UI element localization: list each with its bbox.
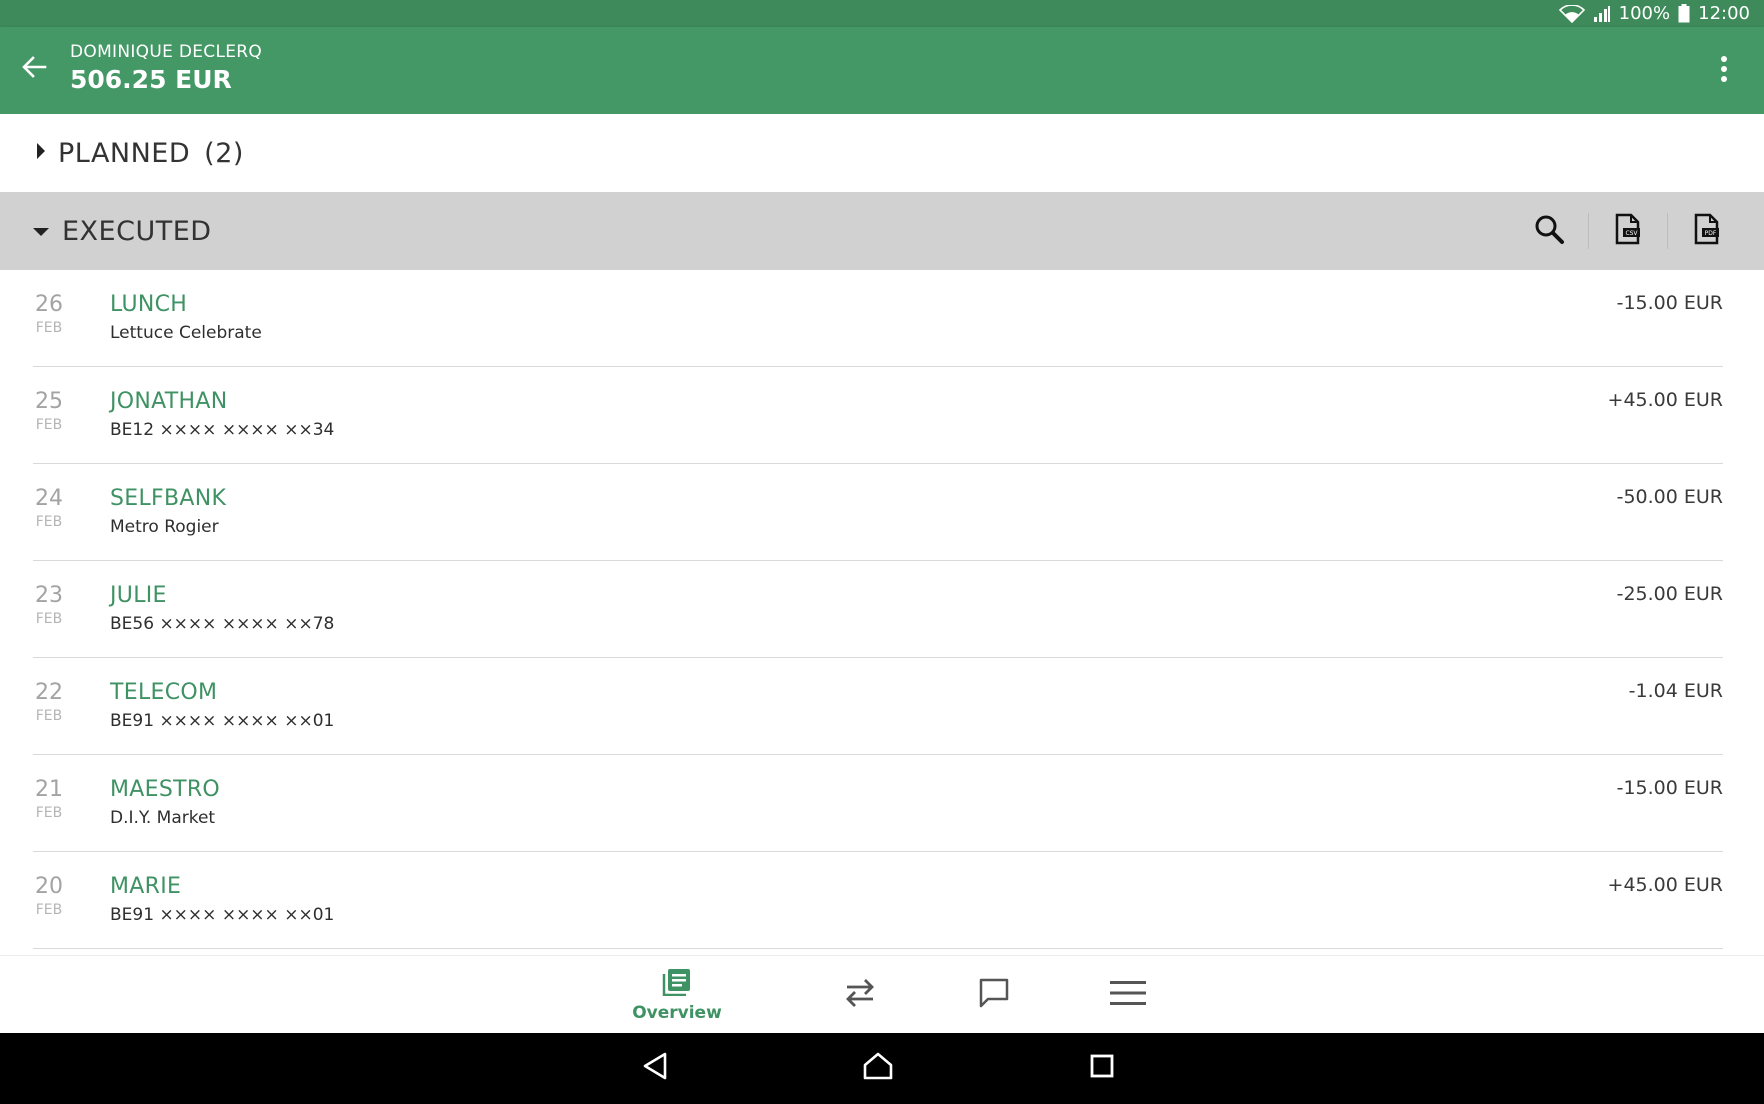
transaction-day: 24: [35, 486, 63, 511]
transaction-day: 25: [35, 389, 63, 414]
more-vert-icon: [1720, 55, 1728, 87]
wifi-icon: [1558, 4, 1585, 23]
pdf-file-icon: PDF: [1693, 213, 1721, 249]
nav-menu[interactable]: [1098, 956, 1158, 1034]
clock: 12:00: [1698, 3, 1750, 24]
transaction-subtitle: BE91 ×××× ×××× ××01: [110, 905, 335, 925]
app-bar: DOMINIQUE DECLERQ 506.25 EUR: [0, 27, 1764, 114]
svg-text:CSV: CSV: [1625, 230, 1638, 237]
back-arrow-icon: [21, 54, 47, 84]
nav-home-icon: [863, 1052, 893, 1084]
bottom-navigation: Overview: [0, 955, 1764, 1033]
transaction-month: FEB: [35, 902, 63, 918]
transaction-title: LUNCH: [110, 292, 188, 317]
transaction-title: SELFBANK: [110, 486, 227, 511]
transaction-month: FEB: [35, 708, 63, 724]
transaction-title: JULIE: [110, 583, 167, 608]
transaction-title: TELECOM: [110, 680, 218, 705]
search-icon: [1534, 214, 1564, 248]
caret-down-icon[interactable]: [32, 222, 50, 241]
transaction-amount: -1.04 EUR: [1628, 680, 1723, 702]
nav-transfer[interactable]: [830, 956, 890, 1034]
transaction-row[interactable]: 20 FEB MARIE BE91 ×××× ×××× ××01 +45.00 …: [33, 852, 1723, 949]
transaction-row[interactable]: 25 FEB JONATHAN BE12 ×××× ×××× ××34 +45.…: [33, 367, 1723, 464]
transaction-title: MAESTRO: [110, 777, 221, 802]
transaction-month: FEB: [35, 805, 63, 821]
transaction-subtitle: Metro Rogier: [110, 517, 219, 537]
transaction-month: FEB: [35, 417, 63, 433]
transaction-subtitle: BE91 ×××× ×××× ××01: [110, 711, 335, 731]
transaction-row[interactable]: 22 FEB TELECOM BE91 ×××× ×××× ××01 -1.04…: [33, 658, 1723, 755]
nav-messages[interactable]: [964, 956, 1024, 1034]
back-button[interactable]: [14, 49, 54, 89]
transaction-amount: -15.00 EUR: [1616, 292, 1723, 314]
transaction-amount: -25.00 EUR: [1616, 583, 1723, 605]
message-icon: [979, 978, 1009, 1012]
overview-icon: [662, 968, 692, 1000]
transaction-row[interactable]: 21 FEB MAESTRO D.I.Y. Market -15.00 EUR: [33, 755, 1723, 852]
transfer-icon: [844, 978, 876, 1012]
account-balance: 506.25 EUR: [70, 65, 232, 94]
nav-back-icon: [642, 1052, 668, 1084]
toolbar-divider: [1588, 213, 1589, 249]
overflow-menu-button[interactable]: [1706, 51, 1742, 91]
system-navigation-bar: [0, 1033, 1764, 1104]
export-csv-button[interactable]: CSV: [1597, 206, 1659, 256]
planned-section-toggle[interactable]: PLANNED (2): [0, 114, 1764, 192]
battery-percent: 100%: [1618, 3, 1671, 24]
transaction-day: 20: [35, 874, 63, 899]
executed-section-header: EXECUTED CSV PDF: [0, 192, 1764, 270]
search-button[interactable]: [1518, 206, 1580, 256]
transaction-subtitle: BE12 ×××× ×××× ××34: [110, 420, 335, 440]
transaction-subtitle: BE56 ×××× ×××× ××78: [110, 614, 335, 634]
transaction-month: FEB: [35, 514, 63, 530]
export-pdf-button[interactable]: PDF: [1676, 206, 1738, 256]
caret-right-icon: [36, 142, 46, 164]
transaction-day: 23: [35, 583, 63, 608]
nav-recent-icon: [1090, 1054, 1114, 1082]
system-home-button[interactable]: [853, 1045, 903, 1091]
system-recent-apps-button[interactable]: [1077, 1045, 1127, 1091]
svg-text:PDF: PDF: [1705, 230, 1717, 237]
menu-icon: [1110, 980, 1146, 1010]
transaction-row[interactable]: 26 FEB LUNCH Lettuce Celebrate -15.00 EU…: [33, 270, 1723, 367]
transaction-row[interactable]: 23 FEB JULIE BE56 ×××× ×××× ××78 -25.00 …: [33, 561, 1723, 658]
executed-label: EXECUTED: [62, 215, 212, 247]
planned-label: PLANNED: [58, 137, 191, 169]
transaction-day: 21: [35, 777, 63, 802]
toolbar-divider: [1667, 213, 1668, 249]
transaction-amount: -15.00 EUR: [1616, 777, 1723, 799]
transaction-amount: +45.00 EUR: [1607, 389, 1723, 411]
transaction-day: 26: [35, 292, 63, 317]
system-back-button[interactable]: [630, 1045, 680, 1091]
executed-toolbar: CSV PDF: [1518, 206, 1738, 256]
transaction-amount: +45.00 EUR: [1607, 874, 1723, 896]
signal-icon: [1593, 5, 1611, 23]
transaction-subtitle: Lettuce Celebrate: [110, 323, 262, 343]
csv-file-icon: CSV: [1614, 213, 1642, 249]
transaction-title: MARIE: [110, 874, 182, 899]
transaction-list: 26 FEB LUNCH Lettuce Celebrate -15.00 EU…: [0, 270, 1764, 949]
nav-overview[interactable]: Overview: [627, 956, 727, 1034]
account-name: DOMINIQUE DECLERQ: [70, 42, 263, 62]
transaction-subtitle: D.I.Y. Market: [110, 808, 216, 828]
status-bar: 100% 12:00: [0, 0, 1764, 27]
transaction-amount: -50.00 EUR: [1616, 486, 1723, 508]
transaction-month: FEB: [35, 611, 63, 627]
transaction-title: JONATHAN: [110, 389, 228, 414]
transaction-day: 22: [35, 680, 63, 705]
transaction-month: FEB: [35, 320, 63, 336]
nav-overview-label: Overview: [632, 1002, 722, 1023]
transaction-row[interactable]: 24 FEB SELFBANK Metro Rogier -50.00 EUR: [33, 464, 1723, 561]
battery-icon: [1678, 4, 1690, 23]
planned-count: (2): [204, 137, 244, 169]
